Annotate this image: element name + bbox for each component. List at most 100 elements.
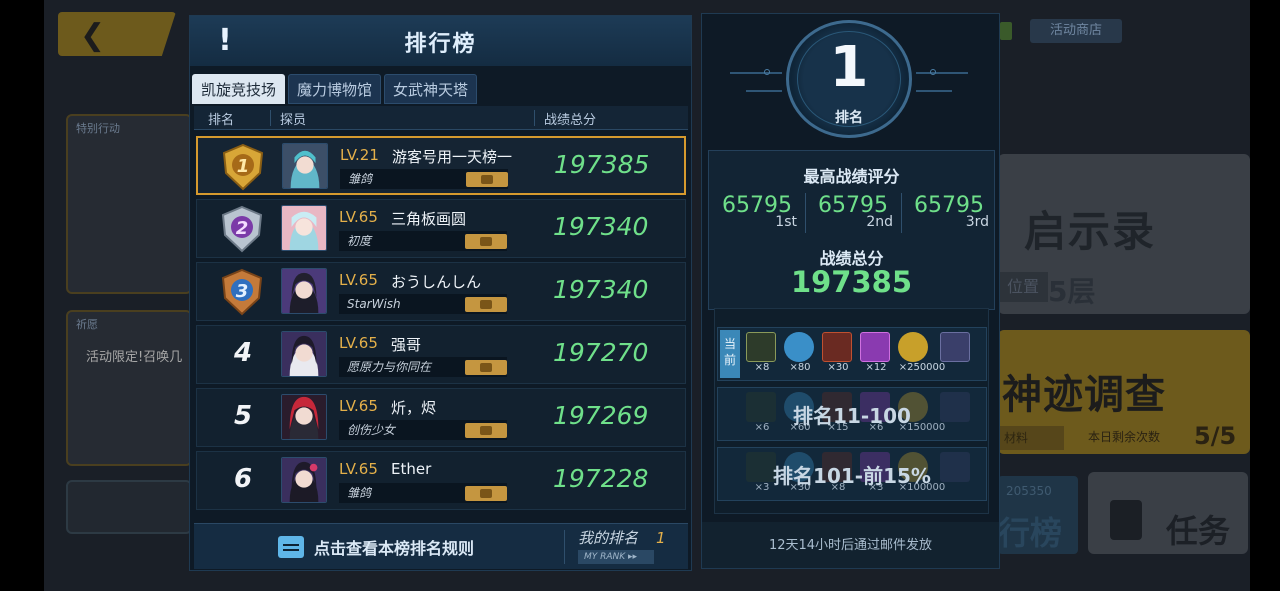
player-score: 197269 [553, 401, 649, 430]
rules-icon[interactable] [278, 536, 304, 558]
coin-item-icon[interactable] [898, 332, 928, 362]
best-score-2: 65795 2nd [807, 193, 899, 230]
left-letterbox [0, 0, 44, 591]
rank-emblem: 1 排名 [786, 20, 912, 138]
decor-dot [930, 69, 936, 75]
panel-footer: 点击查看本榜排名规则 我的排名 1 MY RANK ▸▸ [194, 523, 688, 569]
card-title: 神迹调查 [1002, 372, 1166, 418]
player-level: LV.21 [340, 146, 379, 164]
leaderboard-panel: ! 排行榜 凯旋竞技场 魔力博物馆 女武神天塔 排名 探员 战绩总分 1 LV.… [189, 15, 692, 571]
right-letterbox [1250, 0, 1280, 591]
player-name: 三角板画圆 [391, 210, 467, 228]
column-rank: 排名 [208, 113, 235, 128]
event-shop-button[interactable]: 活动商店 [1030, 19, 1122, 43]
decor-line [730, 72, 782, 74]
leaderboard-shortcut-number: 205350 [1006, 484, 1052, 498]
reward-tiers[interactable]: 当前 ×8 ×80 ×30 ×12 ×250000 ×6 ×60 ×15 ×6 … [714, 308, 989, 514]
crystal-item-icon[interactable] [784, 332, 814, 362]
avatar[interactable] [281, 457, 327, 503]
best-score-1: 65795 1st [711, 193, 803, 230]
tab-museum[interactable]: 魔力博物馆 [288, 74, 382, 104]
tasks-button[interactable]: 任务 [1088, 472, 1248, 554]
player-level: LV.65 [339, 397, 378, 415]
table-row[interactable]: 1 LV.21 游客号用一天榜一 雏鸽 197385 [196, 136, 686, 195]
column-member: 探员 [280, 113, 307, 128]
current-rank-label: 排名 [835, 110, 863, 126]
remaining-count: 5/5 [1194, 422, 1237, 450]
card-tag: 祈愿 [76, 318, 98, 331]
table-row[interactable]: 3 LV.65 おうしんしん StarWish 197340 [196, 262, 686, 321]
player-score: 197270 [553, 338, 649, 367]
reward-tier: ×3 ×30 ×8 ×3 ×100000 排名101-前15% [717, 447, 987, 501]
item-count: ×8 [754, 362, 770, 373]
column-score: 战绩总分 [544, 113, 597, 128]
promo-text: 活动限定!召唤几 [86, 350, 183, 365]
gold-medal-icon: 1 [222, 143, 264, 191]
decor-line [916, 72, 968, 74]
my-rank-button[interactable]: MY RANK ▸▸ [578, 550, 654, 564]
player-level: LV.65 [339, 334, 378, 352]
player-score: 197340 [553, 275, 649, 304]
potion-item-icon[interactable] [860, 332, 890, 362]
miracle-investigation-card[interactable]: 神迹调查 材料 本日剩余次数 5/5 [998, 330, 1250, 454]
tier-range-label: 排名101-前15% [773, 464, 931, 488]
remaining-count-label: 本日剩余次数 [1088, 430, 1161, 444]
guild-badge-icon[interactable] [465, 297, 507, 312]
table-row[interactable]: 5 LV.65 炘，烬 创伤少女 197269 [196, 388, 686, 447]
apocalypse-card[interactable]: 启示录 位置 5层 [998, 154, 1250, 314]
player-score: 197385 [554, 150, 650, 179]
best-score-title: 最高战绩评分 [803, 167, 900, 186]
gem-item-icon[interactable] [940, 332, 970, 362]
decor-line [746, 90, 782, 92]
score-stats: 最高战绩评分 65795 1st 65795 2nd 65795 3rd 战绩总… [708, 150, 995, 310]
leaderboard-shortcut-label: 行榜 [998, 514, 1063, 552]
stat-divider [901, 193, 902, 233]
guild-badge-icon[interactable] [465, 234, 507, 249]
card-item-icon[interactable] [746, 332, 776, 362]
rules-link[interactable]: 点击查看本榜排名规则 [314, 535, 474, 559]
item-count: ×30 [827, 362, 849, 373]
material-item-icon[interactable] [822, 332, 852, 362]
player-score: 197228 [553, 464, 649, 493]
wish-card[interactable]: 祈愿 活动限定!召唤几 [66, 310, 192, 466]
guild-badge-icon[interactable] [465, 486, 507, 501]
avatar[interactable] [282, 143, 328, 189]
player-name: 炘，烬 [391, 399, 437, 417]
item-count: ×12 [865, 362, 887, 373]
mail-delivery-note: 12天14小时后通过邮件发放 [768, 538, 933, 553]
player-name: Ether [391, 460, 432, 478]
avatar[interactable] [281, 331, 327, 377]
reward-tier: ×6 ×60 ×15 ×6 ×150000 排名11-100 [717, 387, 987, 441]
tab-arena[interactable]: 凯旋竞技场 [192, 74, 286, 104]
avatar[interactable] [281, 205, 327, 251]
item-count: ×250000 [898, 362, 946, 373]
guild-badge-icon[interactable] [465, 423, 507, 438]
footer-divider [564, 530, 565, 564]
avatar[interactable] [281, 394, 327, 440]
player-score: 197340 [553, 212, 649, 241]
location-label: 位置 [998, 272, 1048, 302]
material-tag: 材料 [998, 426, 1064, 450]
tab-tower[interactable]: 女武神天塔 [384, 74, 478, 104]
task-list-icon [1110, 500, 1142, 540]
special-operation-card[interactable]: 特别行动 [66, 114, 192, 294]
table-row[interactable]: 4 LV.65 强哥 愿原力与你同在 197270 [196, 325, 686, 384]
guild-badge-icon[interactable] [466, 172, 508, 187]
shop-indicator-icon [1000, 22, 1012, 40]
table-header: 排名 探员 战绩总分 [194, 106, 688, 130]
leaderboard-shortcut-button[interactable]: 205350 行榜 [998, 476, 1078, 554]
table-row[interactable]: 2 LV.65 三角板画圆 初度 197340 [196, 199, 686, 258]
floor-label: 5层 [1048, 275, 1096, 308]
card-tag: 特别行动 [76, 122, 120, 135]
guild-badge-icon[interactable] [465, 360, 507, 375]
avatar[interactable] [281, 268, 327, 314]
tasks-label: 任务 [1166, 512, 1231, 550]
rank-number: 4 [233, 338, 253, 368]
table-row[interactable]: 6 LV.65 Ether 雏鸽 197228 [196, 451, 686, 510]
stat-divider [805, 193, 806, 233]
bronze-medal-icon: 3 [221, 268, 263, 316]
player-level: LV.65 [339, 208, 378, 226]
bottom-left-card[interactable] [66, 480, 192, 534]
back-button[interactable]: ❮ [58, 12, 176, 56]
column-divider [270, 110, 271, 126]
